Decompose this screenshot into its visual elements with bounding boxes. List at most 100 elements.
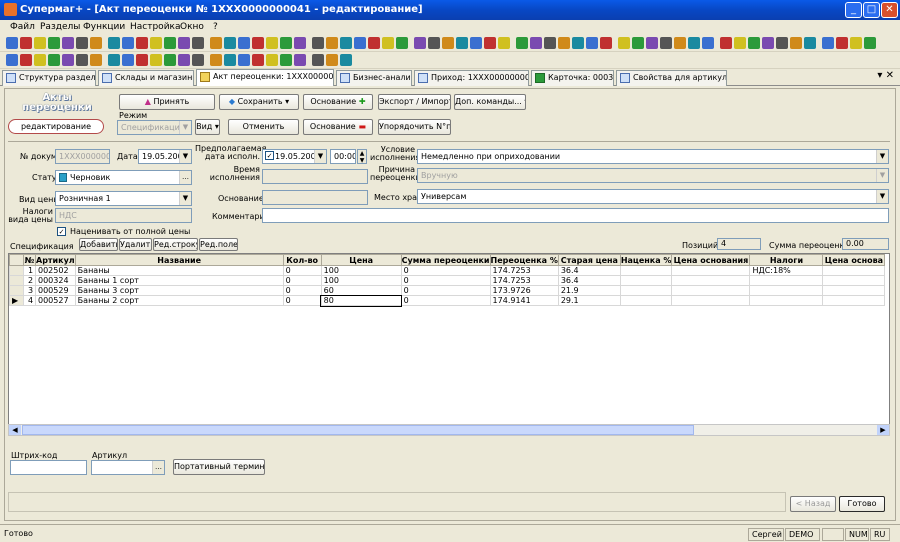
barcode-input[interactable] <box>10 460 87 475</box>
toolbar-button-icon[interactable] <box>646 37 658 49</box>
toolbar-button-icon[interactable] <box>294 54 306 66</box>
menu-settings[interactable]: Настройка <box>130 22 181 32</box>
table-cell[interactable]: 174.9141 <box>489 295 559 306</box>
toolbar-button-icon[interactable] <box>238 37 250 49</box>
toolbar-button-icon[interactable] <box>164 37 176 49</box>
toolbar-button-icon[interactable] <box>326 37 338 49</box>
table-cell[interactable]: 21.9 <box>557 285 621 296</box>
date-field[interactable]: 19.05.2009 ▼ <box>138 149 192 164</box>
toolbar-button-icon[interactable] <box>660 37 672 49</box>
table-cell[interactable]: 0 <box>282 295 322 306</box>
toolbar-button-icon[interactable] <box>382 37 394 49</box>
table-cell[interactable]: 000527 <box>35 295 76 306</box>
row-selector[interactable] <box>9 275 24 286</box>
toolbar-button-icon[interactable] <box>280 54 292 66</box>
toolbar-button-icon[interactable] <box>822 37 834 49</box>
toolbar-button-icon[interactable] <box>312 37 324 49</box>
column-header[interactable]: Цена <box>320 254 402 266</box>
tab-warehouses[interactable]: Склады и магазины <box>98 70 194 86</box>
storage-select[interactable]: Универсам ▼ <box>417 189 889 204</box>
tab-structure[interactable]: Структура разделов <box>2 70 96 86</box>
table-cell[interactable] <box>619 295 673 306</box>
table-cell[interactable]: 0 <box>282 265 322 276</box>
extra-commands-button[interactable]: Доп. команды... ▾ <box>454 94 526 110</box>
toolbar-button-icon[interactable] <box>734 37 746 49</box>
specification-grid[interactable]: № Артикул Название Кол-во Цена Сумма пер… <box>8 253 890 425</box>
toolbar-button-icon[interactable] <box>122 37 134 49</box>
toolbar-button-icon[interactable] <box>178 54 190 66</box>
column-header[interactable]: Старая цена <box>557 254 621 266</box>
toolbar-button-icon[interactable] <box>62 54 74 66</box>
toolbar-button-icon[interactable] <box>266 37 278 49</box>
toolbar-button-icon[interactable] <box>122 54 134 66</box>
table-cell[interactable] <box>822 265 886 276</box>
export-import-button[interactable]: Экспорт / Импорт <box>378 94 451 110</box>
column-header[interactable]: Цена основания <box>671 254 751 266</box>
table-cell[interactable] <box>671 295 751 306</box>
table-row[interactable]: ▶ 4 000527 Бананы 2 сорт 0 80 0 174.9141 29.1 <box>9 294 886 307</box>
tab-revaluation-act[interactable]: Акт переоценки: 1XXX0000000041 <box>196 69 334 86</box>
column-header[interactable]: Название <box>74 254 284 266</box>
comment-field[interactable] <box>262 208 889 223</box>
table-cell[interactable]: 100 <box>320 265 402 276</box>
column-header[interactable]: Кол-во <box>282 254 322 266</box>
toolbar-button-icon[interactable] <box>720 37 732 49</box>
toolbar-button-icon[interactable] <box>266 54 278 66</box>
table-cell[interactable]: 36.4 <box>557 275 621 286</box>
menu-help[interactable]: ? <box>213 22 218 32</box>
toolbar-button-icon[interactable] <box>544 37 556 49</box>
toolbar-button-icon[interactable] <box>470 37 482 49</box>
minimize-icon[interactable]: _ <box>845 2 862 18</box>
table-cell[interactable]: 173.9726 <box>489 285 559 296</box>
row-selector[interactable] <box>9 285 24 296</box>
horizontal-scrollbar[interactable]: ◀ ▶ <box>8 424 890 436</box>
toolbar-button-icon[interactable] <box>600 37 612 49</box>
table-cell[interactable] <box>671 265 751 276</box>
cancel-button[interactable]: Отменить <box>228 119 299 135</box>
table-cell[interactable]: 174.7253 <box>489 265 559 276</box>
toolbar-button-icon[interactable] <box>150 37 162 49</box>
table-cell[interactable]: Бананы <box>74 265 284 276</box>
toolbar-button-icon[interactable] <box>76 37 88 49</box>
accept-button[interactable]: ▲ Принять <box>119 94 215 110</box>
table-cell[interactable]: 60 <box>320 285 402 296</box>
edit-row-button[interactable]: Ред.строку <box>153 238 198 251</box>
toolbar-button-icon[interactable] <box>442 37 454 49</box>
condition-select[interactable]: Немедленно при оприходовании ▼ <box>417 149 889 164</box>
scroll-left-icon[interactable]: ◀ <box>9 425 21 435</box>
maximize-icon[interactable]: □ <box>863 2 880 18</box>
toolbar-button-icon[interactable] <box>836 37 848 49</box>
table-row[interactable]: 3 000529 Бананы 3 сорт 0 60 0 173.9726 21.9 <box>9 285 886 296</box>
toolbar-button-icon[interactable] <box>252 37 264 49</box>
toolbar-button-icon[interactable] <box>280 37 292 49</box>
toolbar-button-icon[interactable] <box>674 37 686 49</box>
tab-close-icon[interactable]: ▾ ✕ <box>877 70 894 81</box>
edit-field-button[interactable]: Ред.поле <box>199 238 238 251</box>
toolbar-button-icon[interactable] <box>456 37 468 49</box>
planned-time-field[interactable]: 00:00 <box>330 149 356 164</box>
toolbar-button-icon[interactable] <box>428 37 440 49</box>
toolbar-button-icon[interactable] <box>586 37 598 49</box>
table-cell[interactable] <box>671 285 751 296</box>
scroll-thumb[interactable] <box>22 425 694 435</box>
toolbar-button-icon[interactable] <box>326 54 338 66</box>
table-cell[interactable] <box>822 295 886 306</box>
tab-receipt[interactable]: Приход: 1XXX0000000001 <box>414 70 529 86</box>
toolbar-button-icon[interactable] <box>762 37 774 49</box>
planned-date-field[interactable]: ✓ 19.05.2009 ▼ <box>262 149 327 164</box>
table-cell[interactable] <box>619 285 673 296</box>
table-cell[interactable] <box>671 275 751 286</box>
toolbar-button-icon[interactable] <box>164 54 176 66</box>
table-cell[interactable]: 002502 <box>35 265 76 276</box>
toolbar-button-icon[interactable] <box>108 37 120 49</box>
toolbar-button-icon[interactable] <box>618 37 630 49</box>
toolbar-button-icon[interactable] <box>20 54 32 66</box>
toolbar-button-icon[interactable] <box>748 37 760 49</box>
basis-add-button[interactable]: Основание ✚ <box>303 94 373 110</box>
toolbar-button-icon[interactable] <box>530 37 542 49</box>
toolbar-button-icon[interactable] <box>804 37 816 49</box>
toolbar-button-icon[interactable] <box>702 37 714 49</box>
toolbar-button-icon[interactable] <box>396 37 408 49</box>
basis-remove-button[interactable]: Основание ▬ <box>303 119 373 135</box>
time-spinner[interactable]: ▲ ▼ <box>357 149 367 164</box>
